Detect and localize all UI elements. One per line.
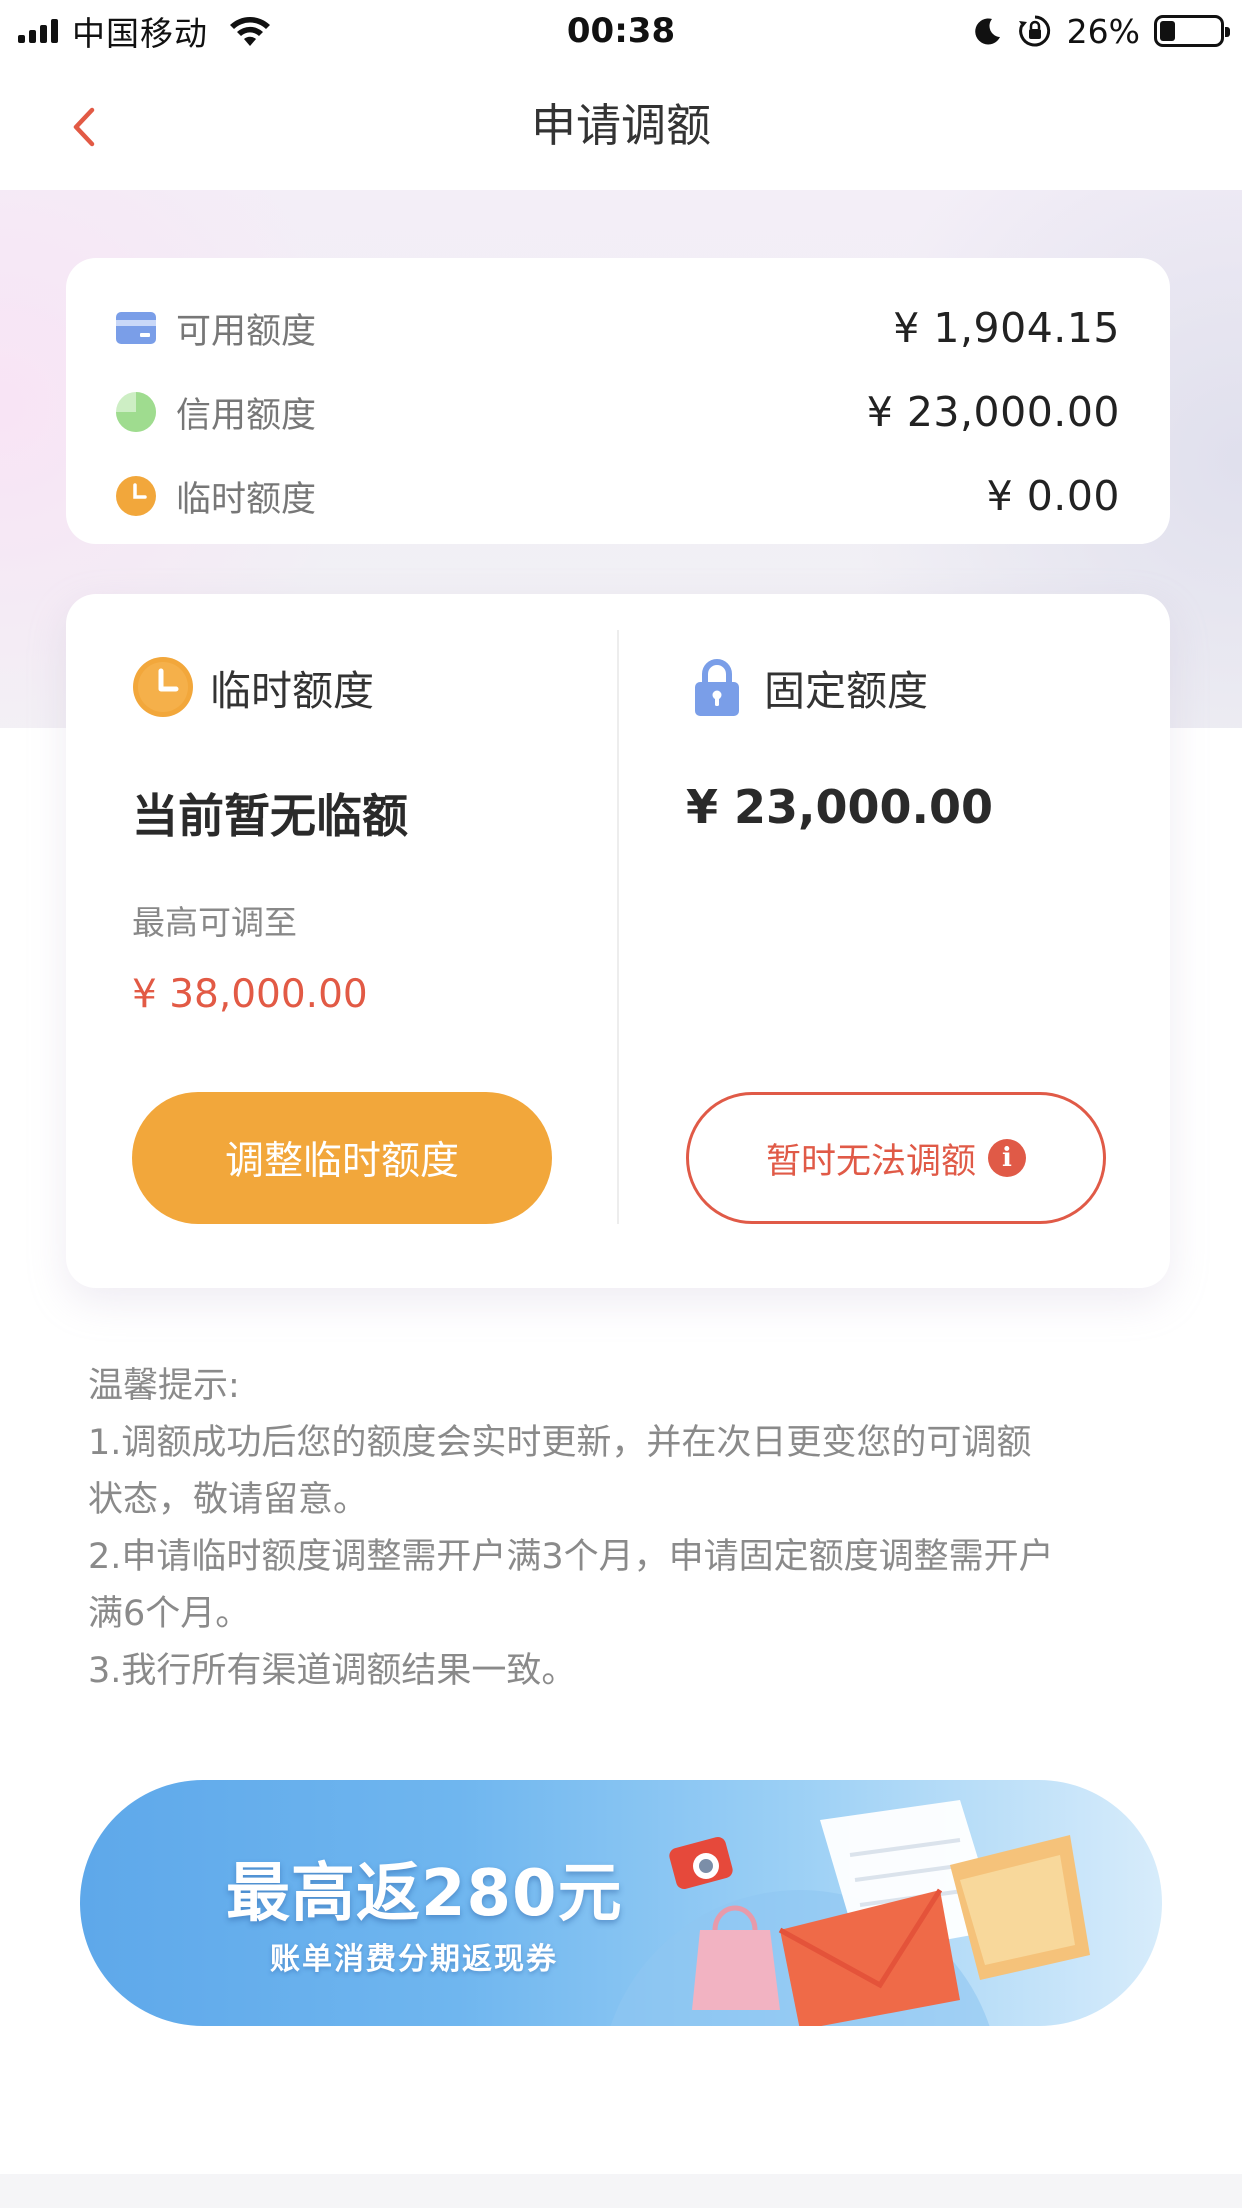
tips-heading: 温馨提示: <box>88 1366 240 1406</box>
promo-banner[interactable]: 最高返280元 账单消费分期返现券 <box>80 1780 1162 2026</box>
max-adjust-amount: ¥ 38,000.00 <box>132 972 368 1017</box>
rotation-lock-icon <box>1018 15 1050 47</box>
clock-icon <box>133 657 193 717</box>
bottom-area <box>0 2174 1242 2208</box>
summary-row-temporary: 临时额度 ¥ 0.00 <box>116 454 1120 538</box>
camera-icon <box>669 1837 733 1889</box>
status-bar: 中国移动 00:38 26% <box>0 0 1242 62</box>
battery-percent: 26% <box>1066 11 1140 51</box>
tips-line: 1.调额成功后您的额度会实时更新，并在次日更变您的可调额 <box>88 1423 1032 1463</box>
summary-value: ¥ 1,904.15 <box>893 304 1120 352</box>
moon-icon <box>974 18 1000 45</box>
fixed-limit-header: 固定额度 <box>686 656 928 718</box>
tips-section: 温馨提示: 1.调额成功后您的额度会实时更新，并在次日更变您的可调额 状态，敬请… <box>88 1358 1168 1700</box>
banner-subtitle: 账单消费分期返现券 <box>270 1942 558 1977</box>
summary-row-credit: 信用额度 ¥ 23,000.00 <box>116 370 1120 454</box>
credit-card-icon <box>116 308 156 348</box>
adjust-unavailable-label: 暂时无法调额 <box>765 1141 976 1182</box>
fixed-limit-title: 固定额度 <box>764 667 928 715</box>
status-right: 26% <box>973 8 1230 54</box>
fixed-limit-amount: ¥ 23,000.00 <box>686 780 994 834</box>
adjust-unavailable-button[interactable]: 暂时无法调额 i <box>686 1092 1106 1224</box>
tips-line: 状态，敬请留意。 <box>88 1480 369 1520</box>
pie-chart-icon <box>116 392 156 432</box>
info-icon[interactable]: i <box>988 1139 1026 1177</box>
summary-row-available: 可用额度 ¥ 1,904.15 <box>116 286 1120 370</box>
adjust-temporary-limit-button[interactable]: 调整临时额度 <box>132 1092 552 1224</box>
column-divider <box>617 630 619 1224</box>
summary-value: ¥ 0.00 <box>986 472 1120 520</box>
battery-fill <box>1160 21 1176 41</box>
tips-line: 2.申请临时额度调整需开户满3个月，申请固定额度调整需开户 <box>88 1537 1054 1577</box>
summary-label: 临时额度 <box>176 479 317 520</box>
temporary-limit-title: 临时额度 <box>210 667 374 715</box>
limit-summary-card: 可用额度 ¥ 1,904.15 信用额度 ¥ 23,000.00 临时额度 ¥ … <box>66 258 1170 544</box>
summary-label: 可用额度 <box>176 311 317 352</box>
temporary-limit-header: 临时额度 <box>132 656 374 718</box>
max-adjust-label: 最高可调至 <box>132 903 297 942</box>
temporary-limit-status: 当前暂无临额 <box>132 789 408 843</box>
clock-icon <box>116 476 156 516</box>
nav-bar: 申请调额 <box>0 62 1242 190</box>
lock-icon <box>695 659 739 716</box>
battery-icon <box>1154 15 1230 47</box>
tips-line: 3.我行所有渠道调额结果一致。 <box>88 1651 577 1691</box>
page-title: 申请调额 <box>530 99 711 152</box>
banner-title: 最高返280元 <box>226 1857 623 1931</box>
limit-adjust-card: 临时额度 当前暂无临额 最高可调至 ¥ 38,000.00 调整临时额度 固定额… <box>66 594 1170 1288</box>
tips-line: 满6个月。 <box>88 1594 251 1634</box>
summary-value: ¥ 23,000.00 <box>866 388 1120 436</box>
summary-label: 信用额度 <box>176 395 317 436</box>
